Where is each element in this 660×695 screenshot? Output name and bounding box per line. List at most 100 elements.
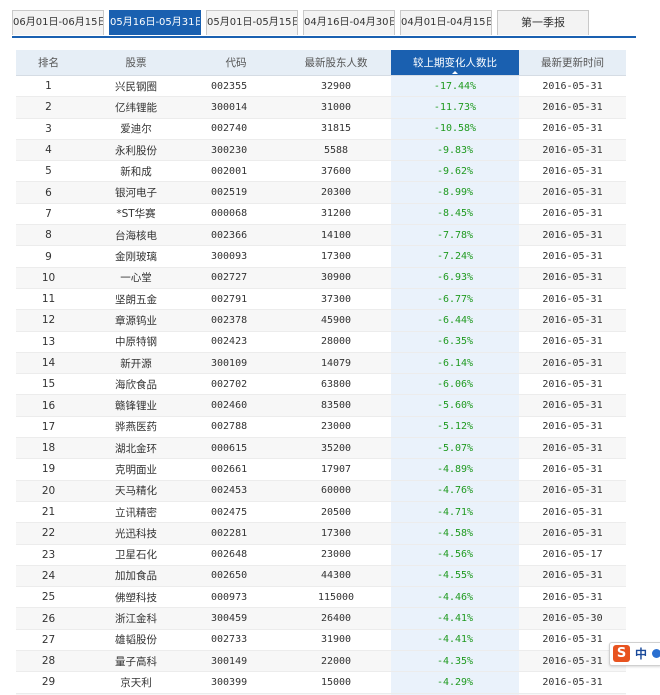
cell-stock-name[interactable]: *ST华赛 (81, 203, 191, 226)
cell-stock-name[interactable]: 加加食品 (81, 565, 191, 588)
table-row[interactable]: 3 爱迪尔 002740 31815 -10.58% 2016-05-31 (16, 118, 626, 140)
cell-update-date: 2016-05-31 (519, 373, 626, 396)
table-row[interactable]: 20 天马精化 002453 60000 -4.76% 2016-05-31 (16, 480, 626, 502)
table-row[interactable]: 26 浙江金科 300459 26400 -4.41% 2016-05-30 (16, 607, 626, 630)
table-row[interactable]: 21 立讯精密 002475 20500 -4.71% 2016-05-31 (16, 501, 626, 524)
table-row[interactable]: 17 骅燕医药 002788 23000 -5.12% 2016-05-31 (16, 416, 626, 439)
table-row[interactable]: 2 亿纬锂能 300014 31000 -11.73% 2016-05-31 (16, 96, 626, 119)
cell-update-date: 2016-05-31 (519, 267, 626, 289)
cell-rank: 14 (16, 352, 81, 375)
table-row[interactable]: 28 量子高科 300149 22000 -4.35% 2016-05-31 (16, 650, 626, 673)
column-header-date[interactable]: 最新更新时间 (519, 50, 626, 76)
column-header-stock[interactable]: 股票 (81, 50, 191, 76)
table-row[interactable]: 25 佛塑科技 000973 115000 -4.46% 2016-05-31 (16, 586, 626, 609)
cell-stock-name[interactable]: 卫星石化 (81, 544, 191, 566)
cell-stock-name[interactable]: 金刚玻璃 (81, 245, 191, 268)
table-row[interactable]: 19 克明面业 002661 17907 -4.89% 2016-05-31 (16, 458, 626, 481)
table-row[interactable]: 11 坚朗五金 002791 37300 -6.77% 2016-05-31 (16, 288, 626, 311)
ime-mode-label[interactable]: 中 (635, 646, 647, 662)
column-header-code[interactable]: 代码 (191, 50, 281, 76)
cell-stock-code: 002423 (191, 331, 281, 353)
cell-rank: 22 (16, 522, 81, 545)
table-row[interactable]: 7 *ST华赛 000068 31200 -8.45% 2016-05-31 (16, 203, 626, 226)
cell-update-date: 2016-05-31 (519, 416, 626, 439)
table-row[interactable]: 14 新开源 300109 14079 -6.14% 2016-05-31 (16, 352, 626, 375)
cell-holders: 17300 (281, 245, 391, 268)
tab-0416-0430[interactable]: 04月16日-04月30日 (303, 10, 395, 35)
table-row[interactable]: 9 金刚玻璃 300093 17300 -7.24% 2016-05-31 (16, 245, 626, 268)
table-row[interactable]: 16 赣锋锂业 002460 83500 -5.60% 2016-05-31 (16, 394, 626, 417)
table-row[interactable]: 1 兴民钢圈 002355 32900 -17.44% 2016-05-31 (16, 75, 626, 98)
cell-stock-name[interactable]: 一心堂 (81, 267, 191, 289)
cell-stock-name[interactable]: 浙江金科 (81, 607, 191, 630)
cell-holders: 31000 (281, 96, 391, 119)
table-row[interactable]: 29 京天利 300399 15000 -4.29% 2016-05-31 (16, 671, 626, 694)
column-header-rank[interactable]: 排名 (16, 50, 81, 76)
table-row[interactable]: 12 章源钨业 002378 45900 -6.44% 2016-05-31 (16, 309, 626, 332)
cell-update-date: 2016-05-31 (519, 480, 626, 502)
cell-stock-name[interactable]: 亿纬锂能 (81, 96, 191, 119)
table-row[interactable]: 5 新和成 002001 37600 -9.62% 2016-05-31 (16, 160, 626, 183)
cell-stock-name[interactable]: 海欣食品 (81, 373, 191, 396)
cell-stock-name[interactable]: 爱迪尔 (81, 118, 191, 140)
cell-rank: 28 (16, 650, 81, 673)
column-header-holders[interactable]: 最新股东人数 (281, 50, 391, 76)
table-row[interactable]: 13 中原特钢 002423 28000 -6.35% 2016-05-31 (16, 331, 626, 353)
cell-update-date: 2016-05-31 (519, 181, 626, 204)
cell-update-date: 2016-05-31 (519, 96, 626, 119)
cell-change-ratio: -4.46% (391, 586, 519, 609)
table-row[interactable]: 22 光迅科技 002281 17300 -4.58% 2016-05-31 (16, 522, 626, 545)
cell-stock-name[interactable]: 中原特钢 (81, 331, 191, 353)
tab-0516-0531[interactable]: 05月16日-05月31日 (109, 10, 201, 35)
cell-stock-name[interactable]: 京天利 (81, 671, 191, 694)
cell-stock-name[interactable]: 光迅科技 (81, 522, 191, 545)
table-row[interactable]: 4 永利股份 300230 5588 -9.83% 2016-05-31 (16, 139, 626, 162)
cell-update-date: 2016-05-31 (519, 118, 626, 140)
cell-stock-code: 002661 (191, 458, 281, 481)
tab-q1-report[interactable]: 第一季报 (497, 10, 589, 35)
table-row[interactable]: 6 银河电子 002519 20300 -8.99% 2016-05-31 (16, 181, 626, 204)
table-row[interactable]: 24 加加食品 002650 44300 -4.55% 2016-05-31 (16, 565, 626, 588)
table-row[interactable]: 15 海欣食品 002702 63800 -6.06% 2016-05-31 (16, 373, 626, 396)
cell-stock-name[interactable]: 骅燕医药 (81, 416, 191, 439)
cell-holders: 37600 (281, 160, 391, 183)
cell-stock-name[interactable]: 量子高科 (81, 650, 191, 673)
ime-toolbar[interactable]: S 中 (609, 642, 660, 666)
cell-stock-name[interactable]: 赣锋锂业 (81, 394, 191, 417)
cell-stock-name[interactable]: 新开源 (81, 352, 191, 375)
column-header-change[interactable]: 较上期变化人数比 (391, 50, 519, 76)
table-row[interactable]: 27 雄韬股份 002733 31900 -4.41% 2016-05-31 (16, 629, 626, 652)
table-row[interactable]: 23 卫星石化 002648 23000 -4.56% 2016-05-17 (16, 544, 626, 566)
cell-rank: 15 (16, 373, 81, 396)
cell-stock-name[interactable]: 立讯精密 (81, 501, 191, 524)
cell-stock-name[interactable]: 坚朗五金 (81, 288, 191, 311)
cell-stock-name[interactable]: 湖北金环 (81, 437, 191, 460)
cell-stock-name[interactable]: 兴民钢圈 (81, 75, 191, 98)
cell-rank: 2 (16, 96, 81, 119)
cell-stock-code: 002648 (191, 544, 281, 566)
cell-stock-name[interactable]: 克明面业 (81, 458, 191, 481)
tab-0601-0615[interactable]: 06月01日-06月15日 (12, 10, 104, 35)
tab-0401-0415[interactable]: 04月01日-04月15日 (400, 10, 492, 35)
cell-stock-name[interactable]: 永利股份 (81, 139, 191, 162)
cell-stock-code: 002702 (191, 373, 281, 396)
cell-stock-name[interactable]: 天马精化 (81, 480, 191, 502)
cell-change-ratio: -11.73% (391, 96, 519, 119)
cell-holders: 35200 (281, 437, 391, 460)
sogou-ime-icon[interactable]: S (613, 645, 630, 662)
cell-stock-name[interactable]: 新和成 (81, 160, 191, 183)
cell-stock-code: 300399 (191, 671, 281, 694)
cell-stock-name[interactable]: 台海核电 (81, 224, 191, 247)
cell-rank: 27 (16, 629, 81, 652)
cell-rank: 16 (16, 394, 81, 417)
cell-stock-name[interactable]: 雄韬股份 (81, 629, 191, 652)
tab-0501-0515[interactable]: 05月01日-05月15日 (206, 10, 298, 35)
table-row[interactable]: 10 一心堂 002727 30900 -6.93% 2016-05-31 (16, 267, 626, 289)
cell-change-ratio: -4.56% (391, 544, 519, 566)
table-row[interactable]: 18 湖北金环 000615 35200 -5.07% 2016-05-31 (16, 437, 626, 460)
cell-stock-name[interactable]: 银河电子 (81, 181, 191, 204)
cell-stock-name[interactable]: 章源钨业 (81, 309, 191, 332)
ime-punctuation-icon[interactable] (652, 649, 660, 658)
table-row[interactable]: 8 台海核电 002366 14100 -7.78% 2016-05-31 (16, 224, 626, 247)
cell-stock-name[interactable]: 佛塑科技 (81, 586, 191, 609)
